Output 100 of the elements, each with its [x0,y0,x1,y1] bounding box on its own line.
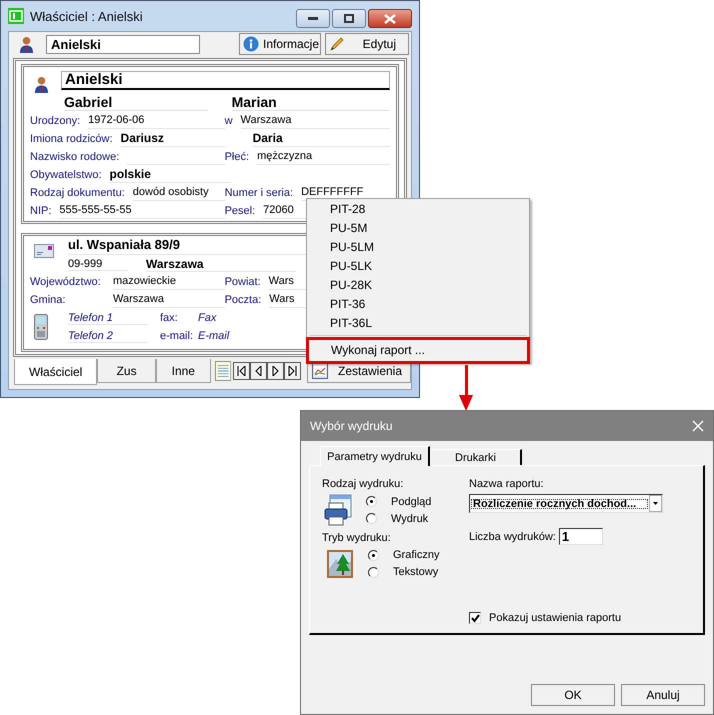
previous-record-button[interactable] [250,362,267,380]
radio-button[interactable] [366,496,377,507]
field-label: Powiat: [224,276,261,288]
checkbox-label: Pokazuj ustawienia raportu [489,612,622,624]
field-label: Województwo: [30,276,102,288]
phone-icon [34,314,48,340]
radio-button[interactable] [368,550,379,560]
next-record-button[interactable] [266,362,284,380]
field-value: Wars [268,275,294,287]
ok-button[interactable]: OK [531,684,615,706]
pencil-icon [329,36,345,52]
last-record-icon [288,366,297,376]
field-label: Poczta: [224,294,262,306]
radio-label: Wydruk [391,512,428,524]
field-label: Obywatelstwo: [30,169,102,181]
field-value: Warszawa [113,293,164,305]
copies-field[interactable]: 1 [558,528,603,545]
name-field[interactable]: Anielski [46,34,200,54]
field-label: Numer i seria: [224,187,294,199]
menu-item[interactable]: PU-28K [307,276,529,295]
last-record-button[interactable] [284,362,301,380]
field-value: Warszawa [240,114,292,126]
field-label: Liczba wydruków: [469,530,556,542]
field-value: polskie [110,167,151,181]
minimize-icon [308,16,318,20]
first-name: Gabriel [64,94,208,111]
phone-value: Telefon 2 [68,330,148,342]
field-label: Imiona rodziców: [30,133,113,145]
field-label: fax: [160,312,179,324]
radio-label: Podgląd [391,496,432,508]
field-label: Nazwa raportu: [469,478,545,492]
field-value: 1972-06-06 [88,114,144,126]
chart-icon [312,362,328,378]
field-value: Dariusz [120,131,164,145]
close-icon[interactable] [692,420,704,432]
radio-button[interactable] [366,513,377,524]
menu-item[interactable]: PU-5LK [307,257,529,276]
field-label: Urodzony: [30,115,80,127]
field-value: E-mail [198,330,230,342]
field-label: e-mail: [160,330,194,342]
tab[interactable]: Drukarki [430,449,522,465]
landscape-icon [326,548,354,578]
printer-icon [324,494,352,526]
person-icon [19,36,34,52]
checkbox[interactable] [469,612,481,624]
cancel-button[interactable]: Anuluj [621,684,705,706]
arrow [459,365,473,411]
menu-item[interactable]: Wykonaj raport ... [306,337,530,364]
menu-item[interactable]: PU-5M [307,219,529,238]
info-icon [243,36,259,52]
group-label: Tryb wydruku: [322,532,392,546]
field-label: Pesel: [224,205,256,217]
radio-button[interactable] [368,566,379,578]
field-label: Rodzaj dokumentu: [30,187,125,199]
dialog-title: Wybór wydruku [310,419,393,433]
field-value: Fax [198,312,218,324]
surname-field: Anielski [61,71,390,90]
first-record-button[interactable] [232,362,250,380]
menu-item[interactable]: PIT-36L [307,314,529,333]
group-label: Rodzaj wydruku: [322,478,404,492]
field-label: w [224,115,233,127]
field-value: Wars [269,293,295,305]
field-label: Płeć: [224,151,250,163]
field-value: DEFFFFFFF [301,186,364,198]
field-label: Nazwisko rodowe: [30,151,120,163]
postcode: 09-999 [68,258,128,270]
close-button[interactable] [368,9,412,28]
minimize-button[interactable] [296,9,330,28]
city: Warszawa [146,256,296,272]
report-name-dropdown[interactable]: Rozliczenie rocznych dochod... [469,494,663,513]
radio-label: Graficzny [393,549,440,561]
edit-button[interactable]: Edytuj [325,33,409,55]
menu-item[interactable]: PIT-28 [307,200,529,219]
caret-icon [653,502,658,505]
tab[interactable]: Właściciel [14,359,98,385]
tab[interactable]: Inne [156,359,211,383]
person-icon [34,76,49,93]
field-label: Gmina: [30,294,66,306]
next-record-icon [272,366,279,376]
close-icon [384,14,396,24]
field-value: Daria [252,131,283,145]
tab[interactable]: Parametry wydruku [320,446,430,466]
phone-value: Telefon 1 [68,312,148,324]
first-record-icon [236,366,246,376]
field-label: NIP: [30,205,52,217]
field-value: 72060 [263,204,294,216]
previous-record-icon [254,366,262,376]
field-value: dowód osobisty [132,186,209,198]
maximize-button[interactable] [332,9,366,28]
tab[interactable]: Zus [97,359,156,383]
info-button[interactable]: Informacje [239,33,321,55]
maximize-icon [344,14,354,23]
radio-label: Tekstowy [393,566,438,578]
window-title: Właściciel : Anielski [30,8,143,24]
app-icon [8,8,24,24]
field-value: mężczyzna [257,150,312,162]
second-name: Marian [232,94,390,111]
menu-item[interactable]: PIT-36 [307,295,529,314]
field-value: mazowieckie [113,275,176,287]
field-value: 555-555-55-55 [59,204,132,216]
